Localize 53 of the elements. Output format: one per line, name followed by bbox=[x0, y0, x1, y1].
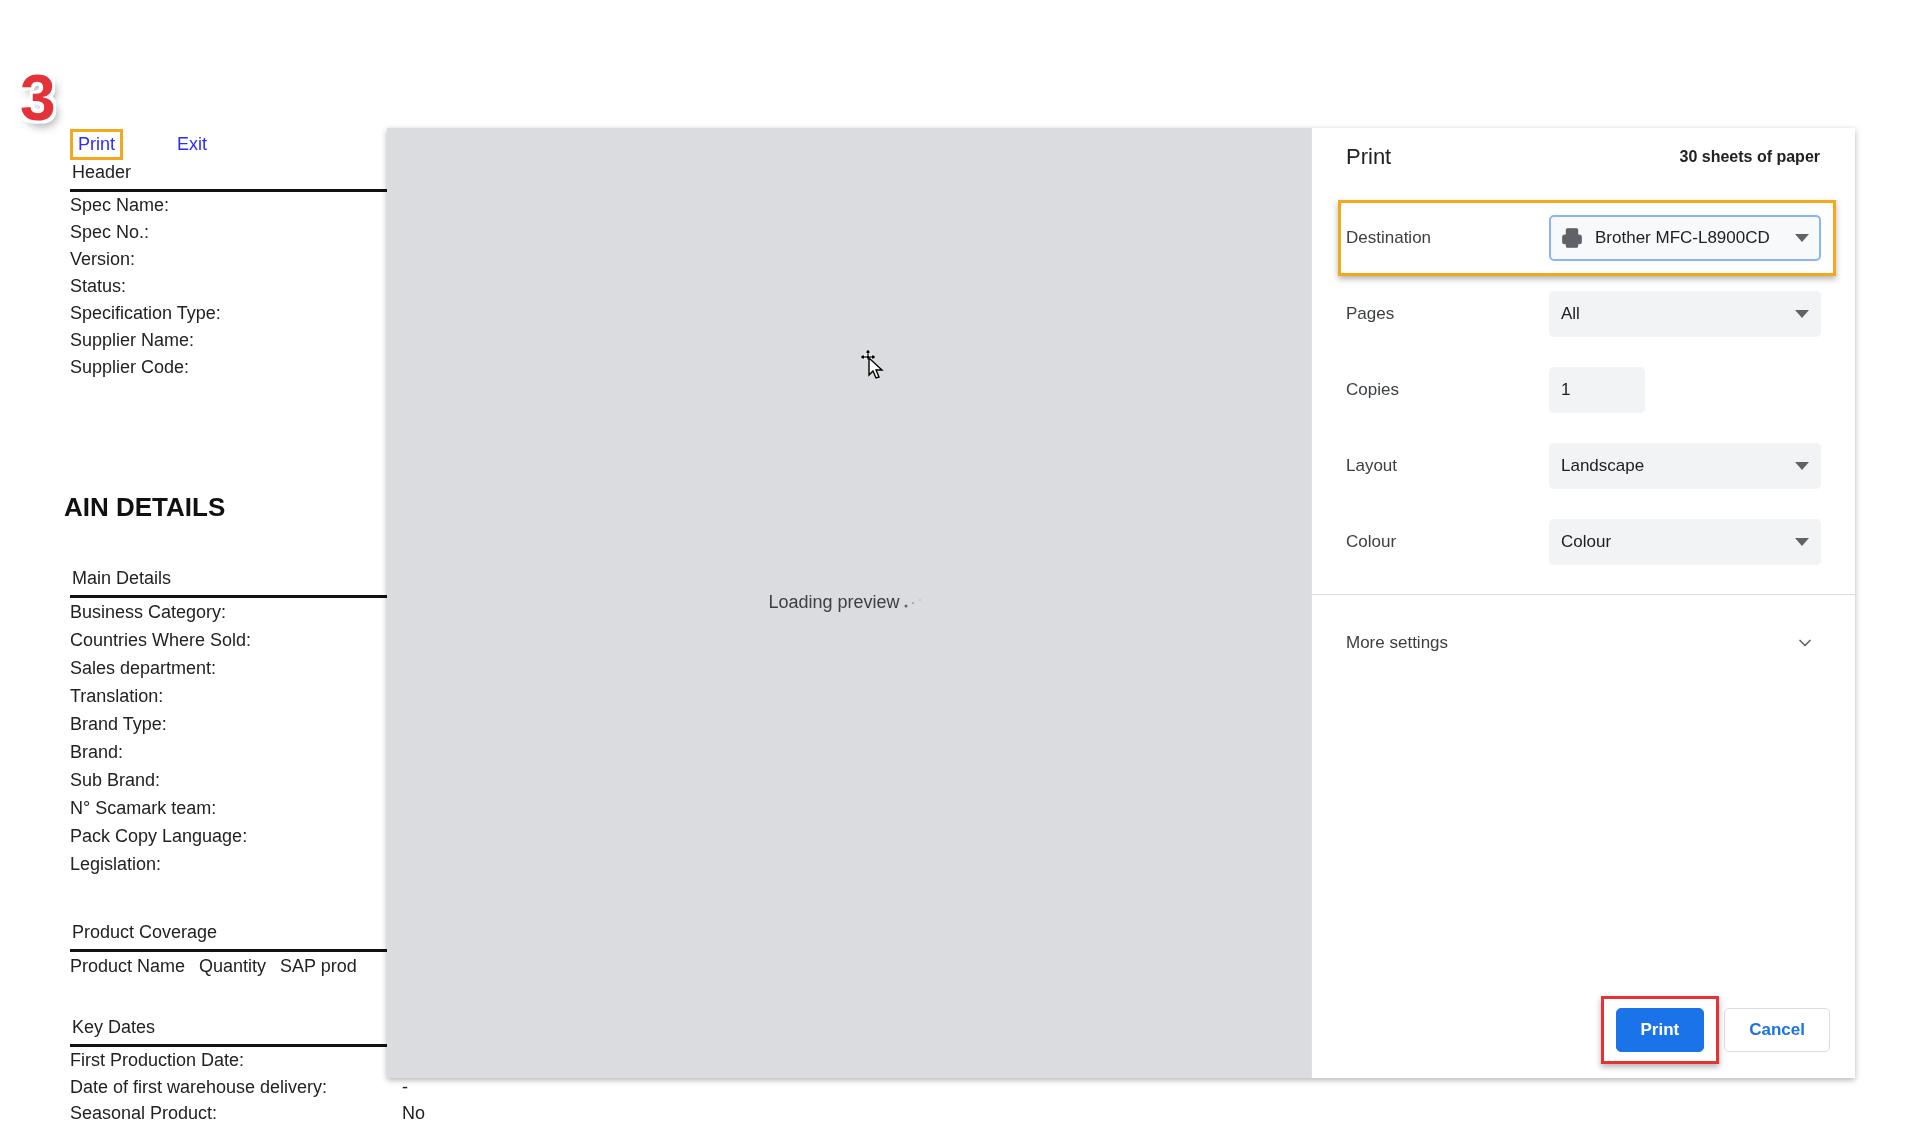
document-heading: AIN DETAILS bbox=[64, 492, 226, 523]
field-label: Sales department: bbox=[70, 657, 218, 680]
cancel-button[interactable]: Cancel bbox=[1724, 1008, 1830, 1052]
sheet-count: 30 sheets of paper bbox=[1679, 148, 1820, 166]
loading-dots-icon bbox=[903, 597, 922, 608]
setting-dropdown[interactable]: Colour bbox=[1549, 519, 1821, 565]
field-label: Translation: bbox=[70, 685, 165, 708]
document-link[interactable]: Exit bbox=[169, 128, 216, 160]
more-settings-toggle[interactable]: More settings bbox=[1312, 595, 1855, 691]
field-label: Supplier Code: bbox=[70, 356, 191, 379]
setting-label: Layout bbox=[1346, 456, 1399, 476]
field-label: Version: bbox=[70, 248, 137, 271]
print-button[interactable]: Print bbox=[1615, 1008, 1705, 1052]
field-label: Countries Where Sold: bbox=[70, 629, 253, 652]
column-header: Product Name bbox=[70, 955, 186, 978]
setting-label: Copies bbox=[1346, 380, 1400, 400]
document-link[interactable]: Print bbox=[70, 128, 123, 160]
field-label: Specification Type: bbox=[70, 302, 222, 325]
setting-label: Destination bbox=[1346, 228, 1433, 248]
field-label: Spec Name: bbox=[70, 194, 171, 217]
caret-icon bbox=[1795, 538, 1809, 546]
step-number: 3 bbox=[20, 66, 56, 130]
setting-dropdown[interactable]: Brother MFC-L8900CD bbox=[1549, 215, 1821, 261]
move-cursor-icon bbox=[858, 348, 886, 380]
column-header: SAP prod bbox=[280, 955, 357, 978]
printer-icon bbox=[1561, 227, 1583, 249]
copies-field[interactable]: 1 bbox=[1549, 367, 1645, 413]
caret-icon bbox=[1795, 310, 1809, 318]
field-label: Pack Copy Language: bbox=[70, 825, 249, 848]
field-label: Brand: bbox=[70, 741, 125, 764]
caret-icon bbox=[1795, 462, 1809, 470]
field-label: First Production Date: bbox=[70, 1049, 246, 1072]
more-settings-label: More settings bbox=[1346, 633, 1449, 653]
field-label: Business Category: bbox=[70, 601, 228, 624]
field-label: Seasonal Product: bbox=[70, 1102, 219, 1125]
field-value: No bbox=[402, 1102, 426, 1125]
field-label: Status: bbox=[70, 275, 128, 298]
setting-label: Pages bbox=[1346, 304, 1396, 324]
setting-dropdown[interactable]: Landscape bbox=[1549, 443, 1821, 489]
field-label: Legislation: bbox=[70, 853, 163, 876]
field-label: N° Scamark team: bbox=[70, 797, 218, 820]
caret-icon bbox=[1795, 234, 1809, 242]
field-label: Sub Brand: bbox=[70, 769, 162, 792]
dialog-title: Print bbox=[1346, 144, 1392, 170]
column-header: Quantity bbox=[199, 955, 267, 978]
field-label: Spec No.: bbox=[70, 221, 151, 244]
field-label: Supplier Name: bbox=[70, 329, 196, 352]
loading-text: Loading preview bbox=[768, 591, 900, 613]
field-label: Brand Type: bbox=[70, 713, 168, 736]
field-label: Date of first warehouse delivery: bbox=[70, 1075, 329, 1099]
setting-label: Colour bbox=[1346, 532, 1398, 552]
field-value: - bbox=[402, 1075, 409, 1099]
setting-dropdown[interactable]: All bbox=[1549, 291, 1821, 337]
